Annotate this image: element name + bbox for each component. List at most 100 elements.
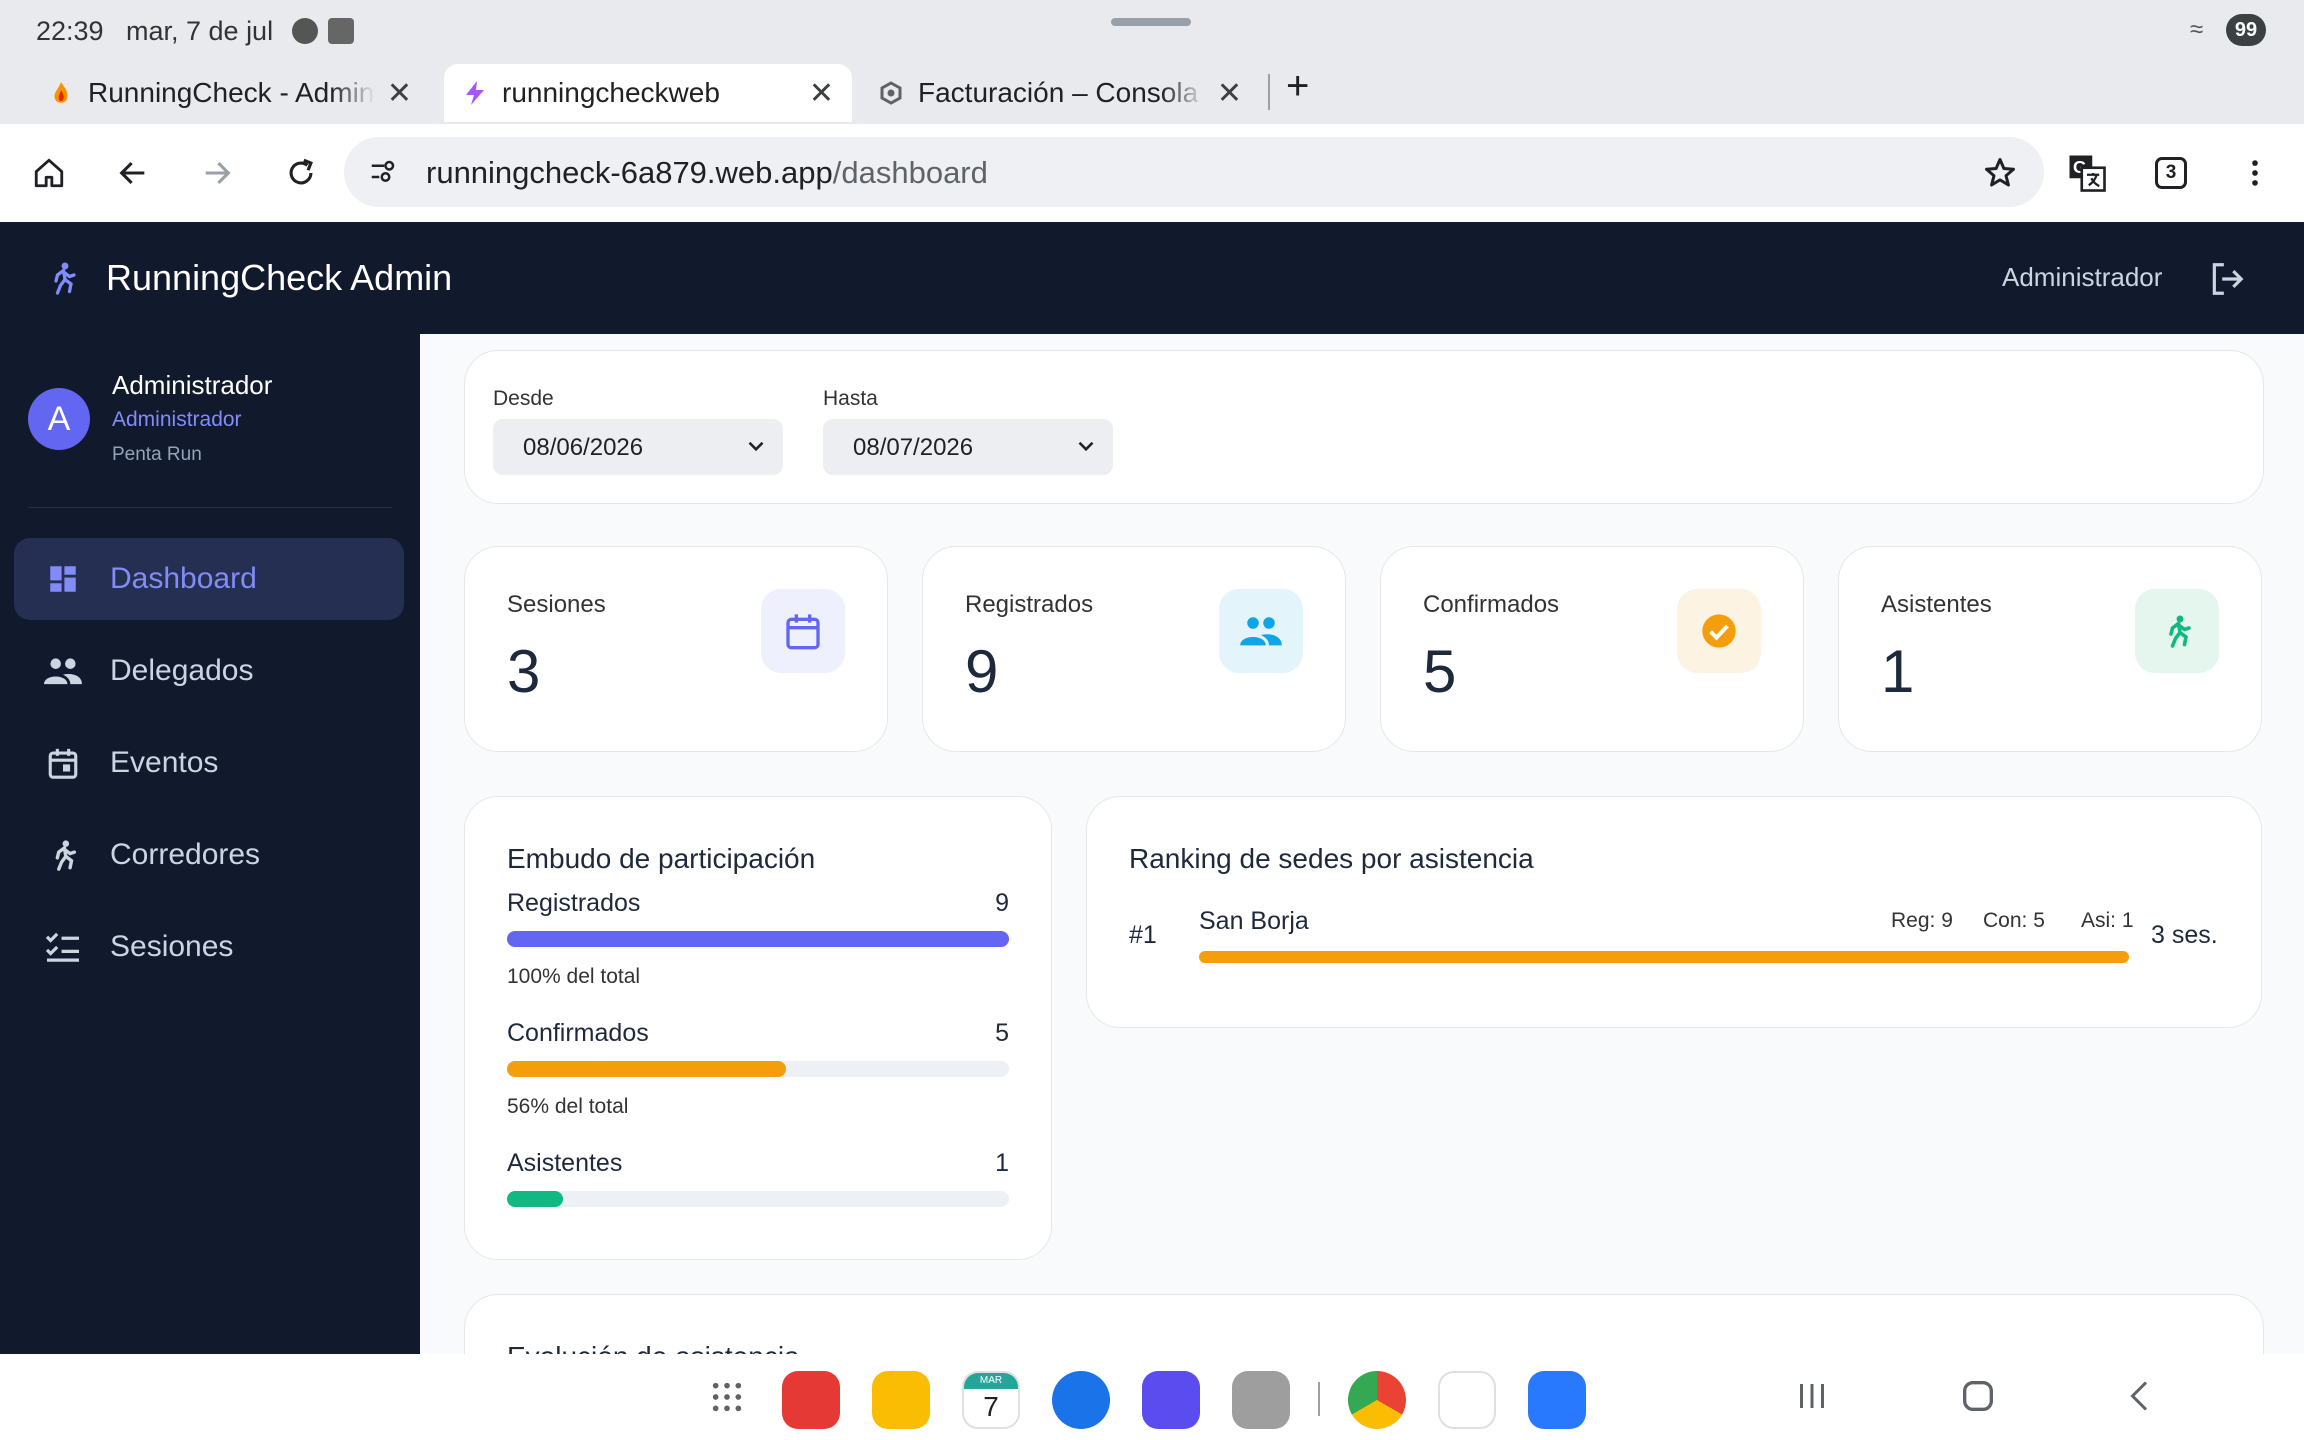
- funnel-track: [507, 1061, 1009, 1077]
- new-tab-button[interactable]: +: [1286, 64, 1309, 108]
- avatar: A: [28, 388, 90, 450]
- sidebar-item-corredores[interactable]: Corredores: [14, 814, 404, 896]
- stat-card-confirmados: Confirmados 5: [1380, 546, 1804, 752]
- recents-icon[interactable]: [1794, 1376, 1830, 1416]
- funnel-value: 1: [995, 1149, 1009, 1177]
- people-icon: [44, 652, 82, 690]
- app-header: RunningCheck Admin Administrador: [0, 222, 2304, 334]
- messages-app-icon[interactable]: [1052, 1371, 1110, 1429]
- sidebar-user-name: Administrador: [112, 370, 273, 400]
- attendance-evolution-card: Evolución de asistencia: [464, 1294, 2264, 1354]
- chevron-down-icon: [1078, 441, 1094, 452]
- to-label: Hasta: [823, 387, 878, 410]
- browser-toolbar: runningcheck-6a879.web.app/dashboard G 3: [0, 124, 2304, 222]
- sidebar-item-delegados[interactable]: Delegados: [14, 630, 404, 712]
- ranking-confirmed: Con: 5: [1983, 909, 2045, 932]
- calendar-app-icon[interactable]: MAR 7: [962, 1371, 1020, 1429]
- stat-value: 3: [507, 638, 541, 705]
- stat-card-sesiones: Sesiones 3: [464, 546, 888, 752]
- tab-runningcheckweb[interactable]: runningcheckweb ✕: [444, 64, 852, 122]
- address-bar[interactable]: runningcheck-6a879.web.app/dashboard: [344, 137, 2044, 207]
- sidebar-item-eventos[interactable]: Eventos: [14, 722, 404, 804]
- stat-card-registrados: Registrados 9: [922, 546, 1346, 752]
- translate-icon: G: [2069, 155, 2106, 192]
- main-content: Desde 08/06/2026 Hasta 08/07/2026 Sesion…: [420, 334, 2304, 1354]
- people-icon: [1240, 617, 1282, 646]
- status-date: mar, 7 de jul: [126, 16, 274, 46]
- tab-title: Facturación – Consola de: [918, 77, 1205, 108]
- arrow-right-icon: [205, 161, 231, 185]
- back-nav-icon[interactable]: [2122, 1376, 2158, 1416]
- funnel-label: Confirmados: [507, 1019, 649, 1047]
- gmail-app-icon[interactable]: [1438, 1371, 1496, 1429]
- files-app-icon[interactable]: [872, 1371, 930, 1429]
- camera-app-icon[interactable]: [1232, 1371, 1290, 1429]
- funnel-bar: [507, 1061, 787, 1077]
- notes-app-icon[interactable]: [782, 1371, 840, 1429]
- sidebar-item-label: Dashboard: [110, 562, 257, 595]
- browser-app-icon[interactable]: [1142, 1371, 1200, 1429]
- funnel-label: Registrados: [507, 889, 641, 917]
- sidebar-item-sesiones[interactable]: Sesiones: [14, 906, 404, 988]
- close-tab-icon[interactable]: ✕: [1217, 76, 1242, 111]
- stat-card-asistentes: Asistentes 1: [1838, 546, 2262, 752]
- reload-button[interactable]: [274, 146, 328, 200]
- funnel-label: Asistentes: [507, 1149, 623, 1177]
- battery-level: 99: [2226, 14, 2266, 46]
- drag-handle[interactable]: [1111, 18, 1191, 26]
- back-button[interactable]: [106, 146, 160, 200]
- close-tab-icon[interactable]: ✕: [809, 76, 834, 111]
- stat-icon-box: [1219, 589, 1303, 673]
- mail-app-icon[interactable]: [1528, 1371, 1586, 1429]
- check-circle-icon: [1702, 614, 1736, 648]
- home-button[interactable]: [22, 146, 76, 200]
- home-nav-icon[interactable]: [1958, 1376, 1998, 1416]
- sidebar-item-label: Sesiones: [110, 930, 234, 963]
- chevron-down-icon: [748, 441, 764, 452]
- to-date-select[interactable]: 08/07/2026: [823, 419, 1113, 475]
- calendar-status-icon: [328, 18, 354, 44]
- tab-facturacion[interactable]: Facturación – Consola de ✕: [860, 64, 1260, 122]
- ranking-title: Ranking de sedes por asistencia: [1129, 843, 1534, 874]
- runner-icon: [44, 836, 82, 874]
- stat-value: 1: [1881, 638, 1915, 705]
- header-user-name: Administrador: [2002, 262, 2163, 292]
- from-date-select[interactable]: 08/06/2026: [493, 419, 783, 475]
- from-date-value: 08/06/2026: [523, 434, 644, 461]
- funnel-percent: 100% del total: [507, 965, 641, 988]
- globe-status-icon: [292, 18, 318, 44]
- menu-button[interactable]: [2228, 146, 2282, 200]
- sidebar-divider: [28, 507, 392, 508]
- translate-button[interactable]: G: [2060, 146, 2114, 200]
- reload-icon: [289, 158, 313, 185]
- sidebar-item-dashboard[interactable]: Dashboard: [14, 538, 404, 620]
- sidebar-item-label: Delegados: [110, 654, 254, 687]
- tab-switcher-button[interactable]: 3: [2144, 146, 2198, 200]
- app-title: RunningCheck Admin: [106, 257, 453, 298]
- forward-button[interactable]: [190, 146, 244, 200]
- app-drawer-icon[interactable]: [710, 1380, 744, 1414]
- stat-value: 9: [965, 638, 999, 705]
- stat-label: Sesiones: [507, 591, 606, 618]
- sidebar: A Administrador Administrador Penta Run …: [0, 334, 420, 1354]
- ranking-track: [1199, 951, 2129, 963]
- url-path: /dashboard: [832, 155, 988, 190]
- url-text: runningcheck-6a879.web.app/dashboard: [426, 155, 988, 191]
- sidebar-user-org: Penta Run: [112, 444, 202, 465]
- firebase-favicon-icon: [54, 82, 68, 103]
- tab-runningcheck-admin[interactable]: RunningCheck - Administ ✕: [30, 64, 430, 122]
- attendance-evolution-title: Evolución de asistencia: [507, 1341, 800, 1354]
- bookmark-star-icon[interactable]: [1982, 155, 2018, 191]
- sidebar-item-label: Eventos: [110, 746, 219, 779]
- wifi-icon: ≈: [2190, 16, 2204, 43]
- arrow-left-icon: [119, 161, 145, 185]
- tab-count: 3: [2155, 157, 2187, 189]
- funnel-bar: [507, 931, 1009, 947]
- logout-icon[interactable]: [2208, 260, 2246, 298]
- site-settings-icon[interactable]: [368, 157, 398, 187]
- close-tab-icon[interactable]: ✕: [387, 76, 412, 111]
- chrome-app-icon[interactable]: [1348, 1371, 1406, 1429]
- sidebar-item-label: Corredores: [110, 838, 261, 871]
- stat-value: 5: [1423, 638, 1457, 705]
- system-status-bar: 22:39 mar, 7 de jul ≈ 99: [0, 0, 2304, 60]
